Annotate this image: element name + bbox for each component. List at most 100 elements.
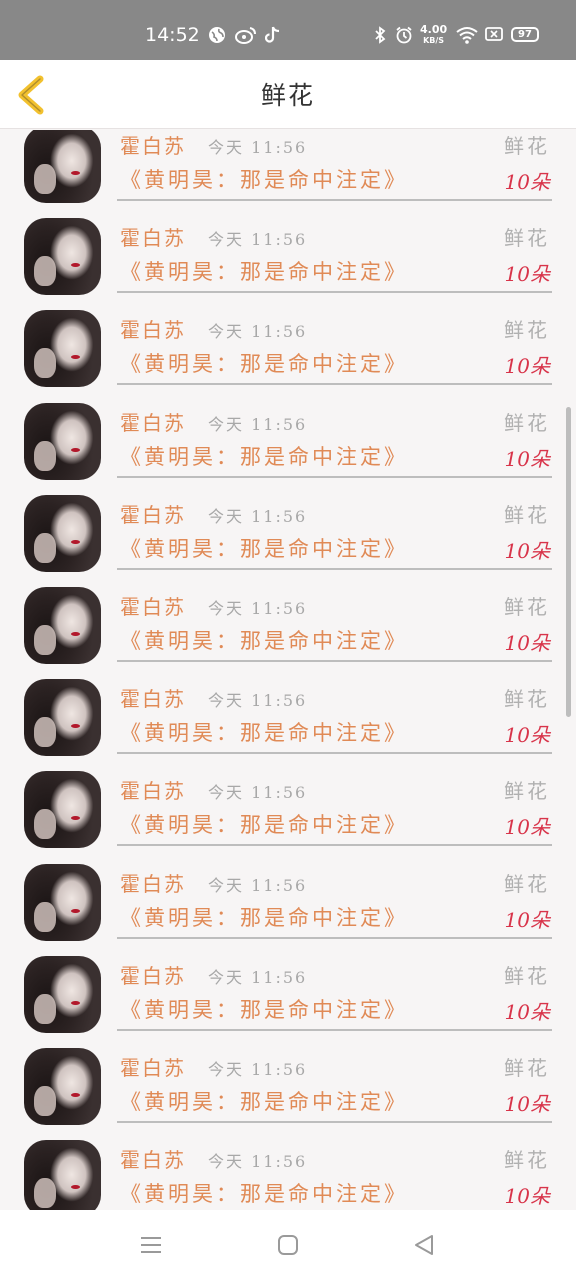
network-speed-value: 4.00 bbox=[420, 23, 448, 36]
flower-count: 10朵 bbox=[504, 1092, 550, 1116]
sender-name: 霍白苏 bbox=[120, 779, 186, 804]
gift-type: 鲜花 bbox=[504, 1148, 550, 1173]
sim-off-icon bbox=[485, 26, 503, 46]
sender-name: 霍白苏 bbox=[120, 134, 186, 158]
list-item[interactable]: 霍白苏 今天 11:56 鲜花 《黄明昊：那是命中注定》 10朵 bbox=[0, 310, 576, 402]
flower-count: 10朵 bbox=[504, 354, 550, 379]
alarm-icon bbox=[395, 26, 413, 48]
network-speed: 4.00 KB/S bbox=[420, 24, 447, 46]
sender-name: 霍白苏 bbox=[120, 1056, 186, 1080]
list-item[interactable]: 霍白苏 今天 11:56 鲜花 《黄明昊：那是命中注定》 10朵 bbox=[0, 771, 576, 863]
flower-record-list[interactable]: 霍白苏 今天 11:56 鲜花 《黄明昊：那是命中注定》 10朵 霍白苏 今天 11:56 鲜… bbox=[0, 130, 576, 1210]
avatar[interactable] bbox=[24, 1140, 101, 1210]
book-title[interactable]: 《黄明昊：那是命中注定》 bbox=[120, 902, 408, 932]
divider bbox=[117, 475, 552, 478]
sender-name: 霍白苏 bbox=[120, 502, 186, 527]
flower-count: 10朵 bbox=[504, 1184, 550, 1209]
divider bbox=[117, 752, 552, 755]
gift-type: 鲜花 bbox=[504, 687, 550, 712]
gift-type: 鲜花 bbox=[504, 226, 550, 251]
list-item[interactable]: 霍白苏 今天 11:56 鲜花《黄明昊：那是命中注定》 10朵 bbox=[0, 130, 576, 218]
flower-count: 10朵 bbox=[504, 907, 550, 932]
gift-type: 鲜花 bbox=[504, 963, 550, 988]
weibo-icon bbox=[235, 26, 257, 48]
scrollbar[interactable] bbox=[566, 407, 571, 717]
gift-type: 鲜花 bbox=[504, 871, 550, 896]
gift-type: 鲜花 bbox=[504, 595, 550, 619]
record-time: 今天 11:56 bbox=[208, 1152, 308, 1172]
flower-count: 10朵 bbox=[504, 631, 550, 655]
book-title[interactable]: 《黄明昊：那是命中注定》 bbox=[120, 441, 408, 471]
record-time: 今天 11:56 bbox=[208, 138, 308, 157]
menu-button[interactable] bbox=[140, 1234, 162, 1256]
list-item[interactable]: 霍白苏 今天 11:56 鲜花《黄明昊：那是命中注定》 10朵 bbox=[0, 863, 576, 956]
list-item[interactable]: 霍白苏 今天 11:56 鲜花 《黄明昊：那是命中注定》 10朵 bbox=[0, 1048, 576, 1140]
book-title[interactable]: 《黄明昊：那是命中注定》 bbox=[120, 994, 408, 1024]
avatar[interactable] bbox=[24, 771, 101, 849]
system-back-button[interactable] bbox=[413, 1234, 435, 1256]
list-item[interactable]: 霍白苏 今天 11:56 鲜花《黄明昊：那是命中注定》 10朵 bbox=[0, 1140, 576, 1210]
divider bbox=[117, 936, 552, 939]
flower-count: 10朵 bbox=[504, 538, 550, 563]
avatar[interactable] bbox=[24, 494, 101, 572]
avatar[interactable] bbox=[24, 218, 101, 296]
divider bbox=[117, 660, 552, 662]
divider bbox=[117, 291, 552, 294]
list-item[interactable]: 霍白苏 今天 11:56 鲜花 《黄明昊：那是命中注定》 10朵 bbox=[0, 218, 576, 310]
record-time: 今天 11:56 bbox=[208, 230, 308, 250]
avatar[interactable] bbox=[24, 863, 101, 941]
list-item[interactable]: 霍白苏 今天 11:56 鲜花 《黄明昊：那是命中注定》 10朵 bbox=[0, 955, 576, 1048]
sender-name: 霍白苏 bbox=[120, 1148, 186, 1173]
app-bar: 鲜花 bbox=[0, 60, 576, 129]
book-title[interactable]: 《黄明昊：那是命中注定》 bbox=[120, 256, 408, 286]
sender-name: 霍白苏 bbox=[120, 871, 186, 896]
book-title[interactable]: 《黄明昊：那是命中注定》 bbox=[120, 1178, 408, 1208]
avatar[interactable] bbox=[24, 402, 101, 480]
sender-name: 霍白苏 bbox=[120, 595, 186, 619]
divider bbox=[117, 1121, 552, 1123]
avatar[interactable] bbox=[24, 679, 101, 757]
gift-type: 鲜花 bbox=[504, 779, 550, 804]
book-title[interactable]: 《黄明昊：那是命中注定》 bbox=[120, 717, 408, 747]
flower-count: 10朵 bbox=[504, 723, 550, 748]
network-speed-unit: KB/S bbox=[423, 36, 445, 45]
record-time: 今天 11:56 bbox=[208, 322, 308, 342]
menu-icon bbox=[141, 1237, 161, 1253]
book-title[interactable]: 《黄明昊：那是命中注定》 bbox=[120, 164, 408, 194]
back-triangle-icon bbox=[415, 1235, 433, 1255]
book-title[interactable]: 《黄明昊：那是命中注定》 bbox=[120, 348, 408, 378]
record-time: 今天 11:56 bbox=[208, 875, 308, 895]
record-time: 今天 11:56 bbox=[208, 783, 308, 803]
book-title[interactable]: 《黄明昊：那是命中注定》 bbox=[120, 809, 408, 839]
book-title[interactable]: 《黄明昊：那是命中注定》 bbox=[120, 625, 408, 655]
book-title[interactable]: 《黄明昊：那是命中注定》 bbox=[120, 533, 408, 563]
book-title[interactable]: 《黄明昊：那是命中注定》 bbox=[120, 1086, 408, 1116]
sender-name: 霍白苏 bbox=[120, 318, 186, 343]
home-button[interactable] bbox=[277, 1234, 299, 1256]
flower-count: 10朵 bbox=[504, 170, 550, 194]
avatar[interactable] bbox=[24, 955, 101, 1033]
gift-type: 鲜花 bbox=[504, 502, 550, 527]
flower-count: 10朵 bbox=[504, 262, 550, 287]
divider bbox=[117, 383, 552, 386]
divider bbox=[117, 567, 552, 570]
avatar[interactable] bbox=[24, 130, 101, 203]
status-bar: 14:52 4.00 KB/S 97 bbox=[0, 0, 576, 60]
list-item[interactable]: 霍白苏 今天 11:56 鲜花 《黄明昊：那是命中注定》 10朵 bbox=[0, 402, 576, 495]
divider bbox=[117, 844, 552, 847]
page-title: 鲜花 bbox=[260, 81, 315, 110]
gift-type: 鲜花 bbox=[504, 134, 550, 158]
avatar[interactable] bbox=[24, 1048, 101, 1125]
avatar[interactable] bbox=[24, 310, 101, 388]
avatar[interactable] bbox=[24, 587, 101, 664]
sender-name: 霍白苏 bbox=[120, 410, 186, 435]
list-item[interactable]: 霍白苏 今天 11:56 鲜花《黄明昊：那是命中注定》 10朵 bbox=[0, 494, 576, 587]
list-item[interactable]: 霍白苏 今天 11:56 鲜花 《黄明昊：那是命中注定》 10朵 bbox=[0, 679, 576, 771]
divider bbox=[117, 1028, 552, 1031]
home-icon bbox=[278, 1235, 298, 1255]
wifi-icon bbox=[456, 26, 478, 48]
list-item[interactable]: 霍白苏 今天 11:56 鲜花 《黄明昊：那是命中注定》 10朵 bbox=[0, 587, 576, 679]
status-time: 14:52 bbox=[145, 24, 200, 46]
record-time: 今天 11:56 bbox=[208, 506, 308, 526]
record-time: 今天 11:56 bbox=[208, 967, 308, 987]
